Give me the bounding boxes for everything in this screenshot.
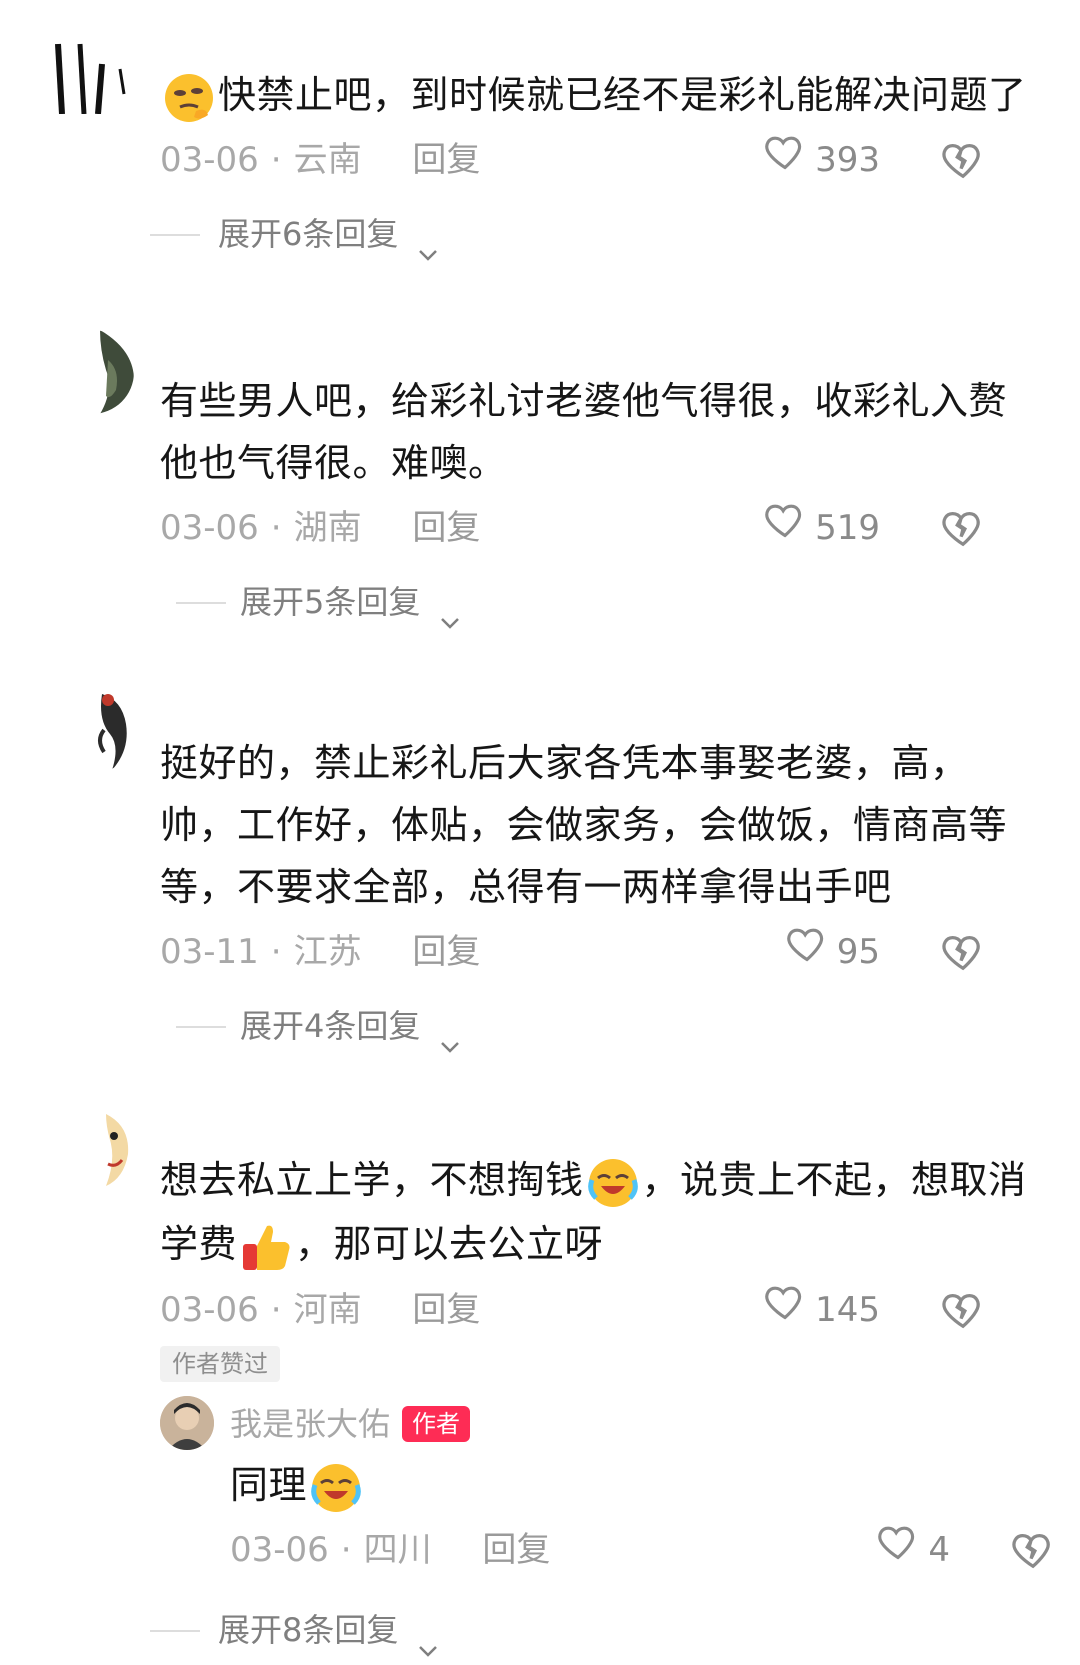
- broken-heart-icon[interactable]: [1010, 1526, 1056, 1572]
- reply-location: 四川: [363, 1530, 432, 1570]
- comment-body: 快禁止吧，到时候就已经不是彩礼能解决问题了: [218, 73, 1027, 117]
- like-button[interactable]: 95: [785, 922, 880, 982]
- chevron-down-icon: [417, 1621, 439, 1657]
- comment-text: 快禁止吧，到时候就已经不是彩礼能解决问题了: [160, 64, 1040, 126]
- comment-date: 03-06: [160, 508, 259, 548]
- reply-body: 同理: [230, 1463, 308, 1507]
- thinking-face-emoji: [162, 71, 216, 125]
- username[interactable]: [160, 330, 1040, 366]
- divider: [150, 234, 200, 236]
- reply-button[interactable]: 回复: [412, 130, 480, 190]
- author-avatar[interactable]: [160, 1396, 214, 1450]
- like-count: 393: [815, 140, 880, 180]
- comment-list: 快禁止吧，到时候就已经不是彩礼能解决问题了 03-06 · 云南 回复 393: [0, 0, 1080, 1665]
- crying-laughing-emoji: [586, 1156, 640, 1210]
- like-button[interactable]: 519: [763, 498, 880, 558]
- chevron-down-icon: [439, 593, 461, 629]
- reply-text: 同理: [230, 1454, 1040, 1516]
- heart-icon: [763, 129, 807, 192]
- heart-icon: [763, 1279, 807, 1342]
- avatar[interactable]: [50, 690, 134, 774]
- reply-button[interactable]: 回复: [482, 1520, 550, 1580]
- meta-separator: ·: [270, 1290, 282, 1330]
- like-count: 4: [928, 1530, 950, 1570]
- broken-heart-icon[interactable]: [940, 1286, 986, 1332]
- broken-heart-icon[interactable]: [940, 504, 986, 550]
- like-button[interactable]: 145: [763, 1280, 880, 1340]
- expand-replies-label: 展开8条回复: [218, 1611, 399, 1649]
- expand-replies-button[interactable]: 展开6条回复: [150, 204, 1040, 264]
- author-reply: 我是张大佑 作者 同理 03-06 · 四川 回复 4: [160, 1396, 1050, 1580]
- meta-separator: ·: [340, 1530, 352, 1570]
- comment-text: 有些男人吧，给彩礼讨老婆他气得很，收彩礼入赘他也气得很。难噢。: [160, 379, 1008, 485]
- crying-laughing-emoji: [309, 1461, 363, 1515]
- reply-date: 03-06: [230, 1530, 329, 1570]
- chevron-down-icon: [439, 1017, 461, 1053]
- meta-separator: ·: [270, 508, 282, 548]
- comment-location: 云南: [293, 140, 362, 180]
- avatar[interactable]: [50, 330, 134, 414]
- avatar[interactable]: [50, 1110, 134, 1194]
- username[interactable]: [160, 44, 1040, 64]
- comment-text: 挺好的，禁止彩礼后大家各凭本事娶老婆，高，帅，工作好，体贴，会做家务，会做饭，情…: [160, 741, 1008, 909]
- comment-meta: 03-06 · 河南 回复 145: [160, 1280, 1040, 1340]
- username[interactable]: [160, 1110, 1040, 1146]
- expand-replies-button[interactable]: 展开5条回复: [160, 572, 1040, 632]
- author-liked-badge: 作者赞过: [160, 1346, 280, 1382]
- username[interactable]: [160, 690, 1040, 726]
- like-count: 519: [815, 508, 880, 548]
- like-count: 145: [815, 1290, 880, 1330]
- heart-icon: [876, 1519, 920, 1582]
- broken-heart-icon[interactable]: [940, 928, 986, 974]
- comment-meta: 03-06 · 湖南 回复 519: [160, 498, 1040, 558]
- expand-replies-button[interactable]: 展开8条回复: [150, 1600, 1040, 1660]
- like-count: 95: [836, 932, 880, 972]
- expand-replies-label: 展开4条回复: [240, 1007, 421, 1045]
- comment-text: 想去私立上学，不想掏钱 ，说贵上不起，想取消学费 ，那可以去公立呀: [160, 1148, 1040, 1276]
- like-button[interactable]: 4: [876, 1520, 950, 1580]
- divider: [176, 1026, 226, 1028]
- divider: [176, 602, 226, 604]
- comment-meta: 03-06 · 云南 回复 393: [160, 130, 1040, 190]
- reply-button[interactable]: 回复: [412, 1280, 480, 1340]
- thumbs-up-emoji: [239, 1220, 293, 1274]
- heart-icon: [763, 497, 807, 560]
- reply-button[interactable]: 回复: [412, 922, 480, 982]
- comment-date: 03-11: [160, 932, 259, 972]
- meta-separator: ·: [270, 932, 282, 972]
- comment-date: 03-06: [160, 1290, 259, 1330]
- comment-date: 03-06: [160, 140, 259, 180]
- divider: [150, 1630, 200, 1632]
- expand-replies-label: 展开6条回复: [218, 215, 399, 253]
- comment-meta: 03-11 · 江苏 回复 95: [160, 922, 1040, 982]
- heart-icon: [785, 921, 829, 984]
- author-badge: 作者: [402, 1405, 471, 1442]
- comment-location: 湖南: [293, 508, 362, 548]
- comment-location: 江苏: [293, 932, 362, 972]
- broken-heart-icon[interactable]: [940, 136, 986, 182]
- like-button[interactable]: 393: [763, 130, 880, 190]
- expand-replies-button[interactable]: 展开4条回复: [160, 996, 1040, 1056]
- reply-meta: 03-06 · 四川 回复 4: [230, 1520, 1050, 1580]
- avatar[interactable]: [50, 24, 140, 114]
- expand-replies-label: 展开5条回复: [240, 583, 421, 621]
- meta-separator: ·: [270, 140, 282, 180]
- chevron-down-icon: [417, 225, 439, 261]
- comment-body: 想去私立上学，不想掏钱: [160, 1158, 584, 1202]
- comment-body: ，那可以去公立呀: [295, 1222, 604, 1266]
- author-username[interactable]: 我是张大佑: [230, 1397, 390, 1451]
- reply-button[interactable]: 回复: [412, 498, 480, 558]
- comment-location: 河南: [293, 1290, 362, 1330]
